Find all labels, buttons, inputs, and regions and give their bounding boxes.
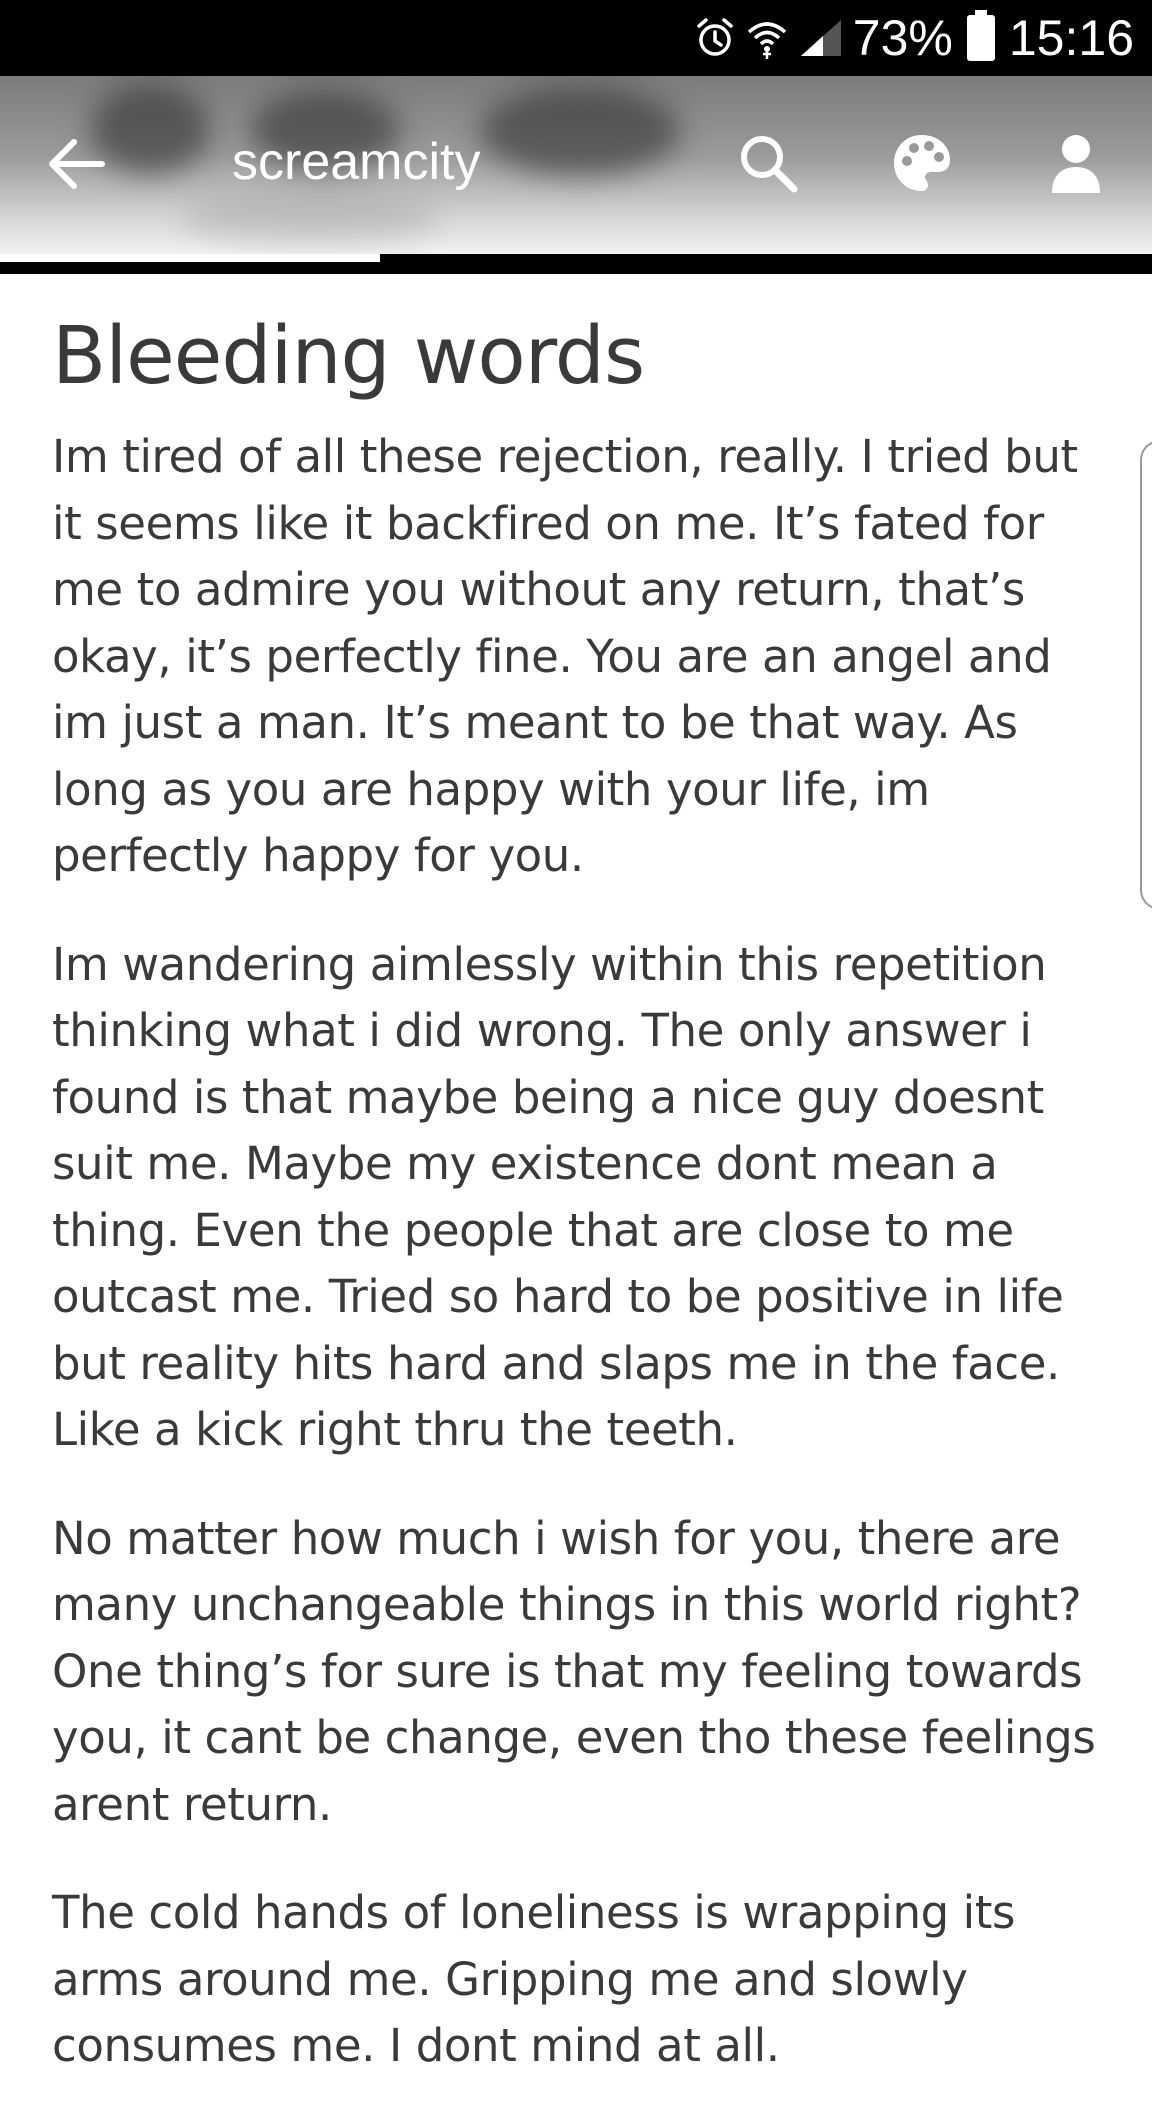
header-image-blur xyxy=(180,196,440,246)
clock: 15:16 xyxy=(1008,10,1134,66)
account-icon[interactable] xyxy=(1044,131,1108,195)
post-paragraph: Im tired of all these rejection, really.… xyxy=(52,430,1078,882)
battery-icon xyxy=(966,10,995,61)
status-icons: 73% 15:16 xyxy=(695,0,1134,76)
post-title: Bleeding words xyxy=(52,310,645,402)
search-icon[interactable] xyxy=(736,131,800,195)
post-paragraph: The cold hands of loneliness is wrapping… xyxy=(52,1886,1016,2072)
header-image-blur xyxy=(480,86,680,176)
post-paragraph: No matter how much i wish for you, there… xyxy=(52,1511,1096,1831)
blog-name[interactable]: screamcity xyxy=(232,132,480,192)
signal-icon xyxy=(800,20,841,56)
post-paragraph: Im wandering aimlessly within this repet… xyxy=(52,937,1064,1457)
blog-header: screamcity xyxy=(0,76,1152,254)
reading-progress-fill xyxy=(0,254,381,262)
alarm-icon xyxy=(697,18,733,56)
side-drawer-handle[interactable] xyxy=(1140,440,1152,910)
post-body: Bleeding words Im tired of all these rej… xyxy=(52,282,1112,2122)
status-bar: 73% 15:16 xyxy=(0,0,1152,76)
back-arrow-icon[interactable] xyxy=(46,136,106,192)
palette-icon[interactable] xyxy=(890,131,954,195)
reading-progress-bar xyxy=(0,254,1152,274)
wifi-icon xyxy=(747,22,786,59)
battery-percent: 73% xyxy=(852,10,953,66)
header-image-blur xyxy=(90,84,210,174)
